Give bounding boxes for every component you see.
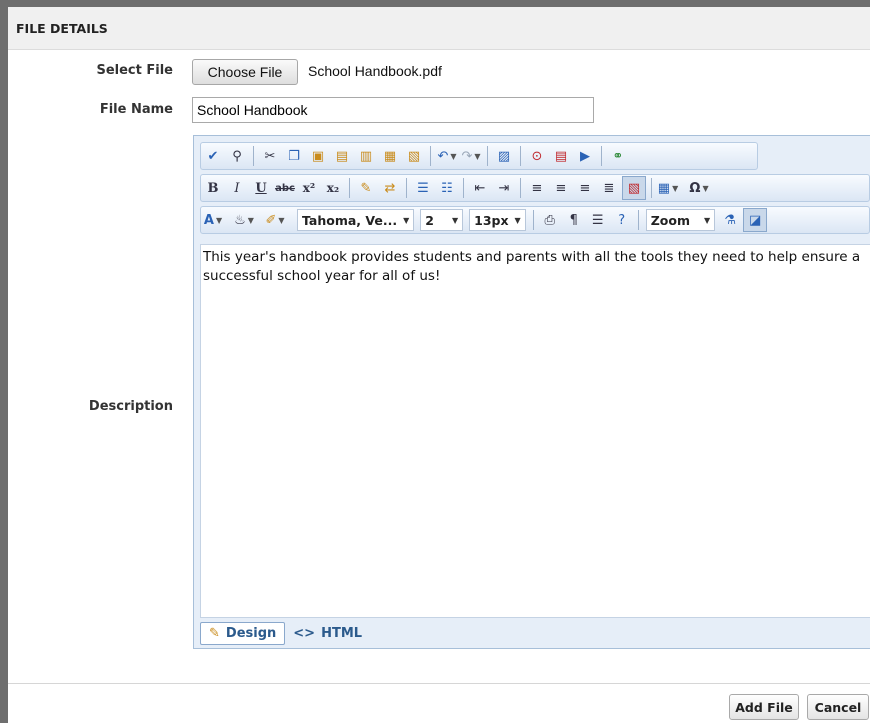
- media-manager-icon[interactable]: ▶: [574, 145, 596, 167]
- zoom-value: Zoom: [650, 212, 690, 228]
- format-stripper-icon[interactable]: ✎: [355, 177, 377, 199]
- toggle-docking-icon[interactable]: ◪: [743, 208, 768, 232]
- cut-icon[interactable]: ✂: [259, 145, 281, 167]
- align-left-icon[interactable]: ≡: [526, 177, 548, 199]
- toolbar-separator: [430, 146, 431, 166]
- toolbar-separator: [601, 146, 602, 166]
- toolbar-separator: [406, 178, 407, 198]
- insert-table-icon[interactable]: ▦ ▼: [657, 177, 679, 199]
- paste-as-html-icon[interactable]: ▧: [403, 145, 425, 167]
- hyperlink-manager-icon[interactable]: ⚭: [607, 145, 629, 167]
- editor-mode-bar: ✎ Design <> HTML: [200, 621, 370, 646]
- toolbar-row-2: B I U abc x² x₂ ✎ ⇄ ☰ ☷ ⇤ ⇥ ≡ ≡ ≡ ≣ ▧ ▦ ▼…: [200, 174, 870, 202]
- paragraph-icon[interactable]: ¶: [563, 209, 585, 231]
- design-mode-tab[interactable]: ✎ Design: [200, 622, 286, 645]
- description-label: Description: [88, 399, 173, 414]
- font-size-value: 2: [425, 212, 434, 228]
- paste-word-icon[interactable]: ▥: [355, 145, 377, 167]
- editor-content-area[interactable]: This year's handbook provides students a…: [200, 244, 870, 618]
- toolbar-separator: [349, 178, 350, 198]
- footer-divider: [8, 683, 870, 684]
- chosen-file-name: School Handbook.pdf: [308, 63, 442, 79]
- html-mode-tab[interactable]: <> HTML: [285, 622, 370, 645]
- select-file-label: Select File: [96, 63, 173, 78]
- file-details-panel: FILE DETAILS Select File Choose File Sch…: [8, 7, 870, 723]
- copy-icon[interactable]: ❐: [283, 145, 305, 167]
- apply-css-class-icon[interactable]: ✐ ▼: [264, 209, 286, 231]
- horizontal-rule-icon[interactable]: ☰: [587, 209, 609, 231]
- strikethrough-button[interactable]: abc: [274, 177, 296, 199]
- module-manager-icon[interactable]: ⚗: [719, 209, 741, 231]
- find-icon[interactable]: ⚲: [226, 145, 248, 167]
- font-size-select[interactable]: 2 ▼: [420, 209, 464, 231]
- toolbar-row-3: A ▼ ♨ ▼ ✐ ▼ Tahoma, Ve... ▼ 2 ▼ 13px ▼ ⎙ ¶ ☰ ?…: [200, 206, 870, 234]
- html-mode-label: HTML: [321, 626, 363, 641]
- toolbar-separator: [253, 146, 254, 166]
- insert-symbol-icon[interactable]: Ω ▼: [688, 177, 710, 199]
- toolbar-separator: [637, 210, 639, 230]
- numbered-list-icon[interactable]: ☰: [412, 177, 434, 199]
- bulleted-list-icon[interactable]: ☷: [436, 177, 458, 199]
- toolbar-separator: [520, 146, 521, 166]
- image-manager-icon[interactable]: ▨: [493, 145, 515, 167]
- undo-icon[interactable]: ↶ ▼: [436, 145, 458, 167]
- justify-icon[interactable]: ≣: [598, 177, 620, 199]
- help-icon[interactable]: ?: [611, 209, 633, 231]
- indent-icon[interactable]: ⇥: [493, 177, 515, 199]
- zoom-select[interactable]: Zoom ▼: [645, 209, 716, 231]
- design-mode-label: Design: [225, 626, 277, 641]
- omega-glyph: Ω: [689, 180, 701, 196]
- align-center-icon[interactable]: ≡: [550, 177, 572, 199]
- spellcheck-icon[interactable]: ✔: [202, 145, 224, 167]
- panel-header: FILE DETAILS: [8, 7, 870, 50]
- file-name-label: File Name: [99, 102, 173, 117]
- flash-manager-icon[interactable]: ⊙: [526, 145, 548, 167]
- toolbar-row-1: ✔ ⚲ ✂ ❐ ▣ ▤ ▥ ▦ ▧ ↶ ▼ ↷ ▼ ▨ ⊙ ▤ ▶ ⚭: [200, 142, 758, 170]
- toolbar-separator: [463, 178, 464, 198]
- code-icon: <>: [293, 626, 316, 641]
- redo-icon[interactable]: ↷ ▼: [460, 145, 482, 167]
- outdent-icon[interactable]: ⇤: [469, 177, 491, 199]
- real-font-size-value: 13px: [474, 212, 509, 228]
- bold-button[interactable]: B: [202, 177, 224, 199]
- toolbar-separator: [532, 210, 534, 230]
- print-icon[interactable]: ⎙: [539, 209, 561, 231]
- font-color-glyph: A: [203, 212, 214, 228]
- file-name-input[interactable]: [192, 97, 594, 123]
- toolbar-separator: [520, 178, 521, 198]
- add-file-button[interactable]: Add File: [729, 694, 799, 720]
- italic-button[interactable]: I: [226, 177, 248, 199]
- foreground-color-icon[interactable]: A ▼: [202, 209, 224, 231]
- panel-title: FILE DETAILS: [16, 21, 108, 36]
- toolbar-separator: [651, 178, 652, 198]
- underline-button[interactable]: U: [250, 177, 272, 199]
- document-manager-icon[interactable]: ▤: [550, 145, 572, 167]
- paste-icon[interactable]: ▣: [307, 145, 329, 167]
- paste-html-icon[interactable]: ▦: [379, 145, 401, 167]
- cancel-button[interactable]: Cancel: [807, 694, 869, 720]
- toolbar-separator: [487, 146, 488, 166]
- align-right-icon[interactable]: ≡: [574, 177, 596, 199]
- remove-alignment-icon[interactable]: ▧: [622, 176, 646, 200]
- subscript-button[interactable]: x₂: [322, 177, 344, 199]
- choose-file-button[interactable]: Choose File: [192, 59, 298, 85]
- font-name-select[interactable]: Tahoma, Ve... ▼: [297, 209, 415, 231]
- paste-text-icon[interactable]: ▤: [331, 145, 353, 167]
- background-color-icon[interactable]: ♨ ▼: [233, 209, 255, 231]
- real-font-size-select[interactable]: 13px ▼: [469, 209, 526, 231]
- superscript-button[interactable]: x²: [298, 177, 320, 199]
- font-name-value: Tahoma, Ve...: [302, 212, 398, 228]
- rich-text-editor: ✔ ⚲ ✂ ❐ ▣ ▤ ▥ ▦ ▧ ↶ ▼ ↷ ▼ ▨ ⊙ ▤ ▶ ⚭ B I U: [193, 135, 870, 649]
- pencil-icon: ✎: [209, 626, 220, 641]
- convert-case-icon[interactable]: ⇄: [379, 177, 401, 199]
